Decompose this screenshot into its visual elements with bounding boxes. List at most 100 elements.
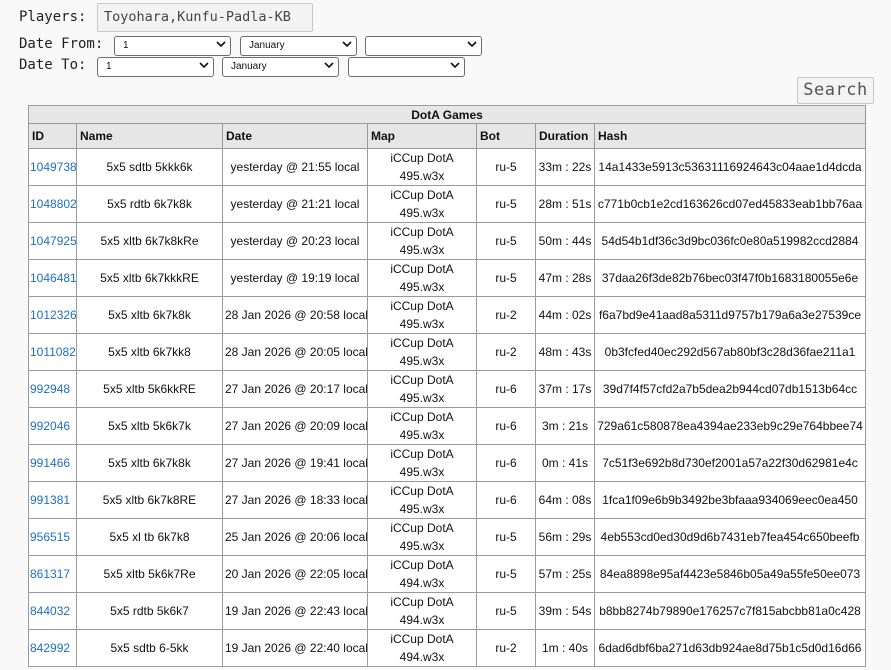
game-id-link[interactable]: 1047925 <box>30 234 76 248</box>
table-row: 956515 5x5 xl tb 6k7k8 25 Jan 2026 @ 20:06… <box>28 518 867 556</box>
game-id-link[interactable]: 1048802 <box>30 197 76 211</box>
chevron-down-icon <box>450 62 460 69</box>
table-row: 1012326 5x5 xltb 6k7k8k 28 Jan 2026 @ 20:5… <box>28 296 867 334</box>
game-map-name: iCCup DotA <box>390 188 454 202</box>
game-id-cell: 991381 <box>28 481 77 519</box>
game-map-file: 495.w3x <box>399 465 445 479</box>
game-duration-cell: 3m : 21s <box>535 407 595 445</box>
game-hash-cell: 6dad6dbf6ba271d63db924ae8d75b1c5d0d16d66 <box>593 629 867 667</box>
game-name-cell: 5x5 xltb 6k7k8k <box>76 444 223 482</box>
game-name-cell: 5x5 sdtb 5kkk6k <box>76 148 223 186</box>
game-date-cell: 19 Jan 2026 @ 22:40 local <box>222 629 368 667</box>
game-map-cell: iCCup DotA 494.w3x <box>367 592 477 630</box>
date-from-day-value: 1 <box>123 40 129 51</box>
table-row: 1011082 5x5 xltb 6k7kk8 28 Jan 2026 @ 20:0… <box>28 333 867 371</box>
game-id-cell: 1047925 <box>28 222 77 260</box>
game-map-name: iCCup DotA <box>390 262 454 276</box>
table-row: 992948 5x5 xltb 5k6kkRE 27 Jan 2026 @ 20:1… <box>28 370 867 408</box>
table-row: 844032 5x5 rdtb 5k6k7 19 Jan 2026 @ 22:43 … <box>28 592 867 630</box>
game-map-file: 495.w3x <box>399 169 445 183</box>
column-header-date: Date <box>222 123 368 149</box>
game-id-cell: 844032 <box>28 592 77 630</box>
players-input[interactable]: Toyohara,Kunfu-Padla-KB <box>97 3 313 32</box>
date-to-day-select[interactable]: 1 <box>97 57 214 77</box>
game-date-cell: 27 Jan 2026 @ 19:41 local <box>222 444 368 482</box>
game-map-file: 495.w3x <box>399 354 445 368</box>
column-header-id: ID <box>28 123 77 149</box>
column-header-hash: Hash <box>593 123 867 149</box>
table-row: 1048802 5x5 rdtb 6k7k8k yesterday @ 21:21 … <box>28 185 867 223</box>
game-bot-cell: ru-2 <box>476 296 536 334</box>
game-date-cell: 28 Jan 2026 @ 20:58 local <box>222 296 368 334</box>
game-id-link[interactable]: 1011082 <box>30 345 76 359</box>
game-id-link[interactable]: 992948 <box>30 382 70 396</box>
game-map-name: iCCup DotA <box>390 447 454 461</box>
chevron-down-icon <box>342 41 352 48</box>
game-id-link[interactable]: 956515 <box>30 530 70 544</box>
game-hash-cell: c771b0cb1e2cd163626cd07ed45833eab1bb76aa <box>593 185 867 223</box>
game-map-name: iCCup DotA <box>390 595 454 609</box>
game-map-cell: iCCup DotA 495.w3x <box>367 333 477 371</box>
game-hash-cell: 729a61c580878ea4394ae233eb9c29e764bbee74 <box>593 407 867 445</box>
column-header-duration: Duration <box>535 123 595 149</box>
game-hash-cell: 54d54b1df36c3d9bc036fc0e80a519982ccd2884 <box>593 222 867 260</box>
game-map-name: iCCup DotA <box>390 558 454 572</box>
game-id-link[interactable]: 991466 <box>30 456 70 470</box>
game-name-cell: 5x5 xltb 6k7k8kRe <box>76 222 223 260</box>
date-to-year-select[interactable] <box>348 57 465 77</box>
game-id-link[interactable]: 992046 <box>30 419 70 433</box>
game-map-name: iCCup DotA <box>390 484 454 498</box>
game-id-cell: 1046481 <box>28 259 77 297</box>
game-map-file: 495.w3x <box>399 391 445 405</box>
game-bot-cell: ru-5 <box>476 259 536 297</box>
table-row: 991381 5x5 xltb 6k7k8RE 27 Jan 2026 @ 18:3… <box>28 481 867 519</box>
players-label: Players: <box>19 9 87 25</box>
game-date-cell: 27 Jan 2026 @ 20:09 local <box>222 407 368 445</box>
table-row: 991466 5x5 xltb 6k7k8k 27 Jan 2026 @ 19:41… <box>28 444 867 482</box>
game-bot-cell: ru-5 <box>476 185 536 223</box>
game-map-cell: iCCup DotA 494.w3x <box>367 555 477 593</box>
date-from-day-select[interactable]: 1 <box>114 36 231 56</box>
game-duration-cell: 0m : 41s <box>535 444 595 482</box>
game-name-cell: 5x5 sdtb 6-5kk <box>76 629 223 667</box>
search-button[interactable]: Search <box>797 77 874 104</box>
game-id-link[interactable]: 861317 <box>30 567 70 581</box>
date-to-month-select[interactable]: January <box>222 57 339 77</box>
game-id-cell: 991466 <box>28 444 77 482</box>
game-hash-cell: 37daa26f3de82b76bec03f47f0b1683180055e6e <box>593 259 867 297</box>
game-map-name: iCCup DotA <box>390 410 454 424</box>
game-id-link[interactable]: 844032 <box>30 604 70 618</box>
game-name-cell: 5x5 rdtb 5k6k7 <box>76 592 223 630</box>
game-name-cell: 5x5 xltb 5k6k7k <box>76 407 223 445</box>
game-id-link[interactable]: 1046481 <box>30 271 76 285</box>
game-bot-cell: ru-5 <box>476 222 536 260</box>
game-id-link[interactable]: 1012326 <box>30 308 76 322</box>
game-id-cell: 956515 <box>28 518 77 556</box>
date-from-label: Date From: <box>19 36 104 52</box>
date-from-month-select[interactable]: January <box>240 36 357 56</box>
game-name-cell: 5x5 xltb 6k7kk8 <box>76 333 223 371</box>
game-bot-cell: ru-2 <box>476 333 536 371</box>
date-from-year-select[interactable] <box>365 36 482 56</box>
game-date-cell: 28 Jan 2026 @ 20:05 local <box>222 333 368 371</box>
game-id-cell: 1049738 <box>28 148 77 186</box>
game-id-cell: 861317 <box>28 555 77 593</box>
game-id-link[interactable]: 1049738 <box>30 160 76 174</box>
game-name-cell: 5x5 xltb 5k6kkRE <box>76 370 223 408</box>
game-map-cell: iCCup DotA 495.w3x <box>367 518 477 556</box>
game-name-cell: 5x5 rdtb 6k7k8k <box>76 185 223 223</box>
game-map-name: iCCup DotA <box>390 299 454 313</box>
game-hash-cell: 39d7f4f57cfd2a7b5dea2b944cd07db1513b64cc <box>593 370 867 408</box>
game-hash-cell: 7c51f3e692b8d730ef2001a57a22f30d62981e4c <box>593 444 867 482</box>
game-id-cell: 842992 <box>28 629 77 667</box>
game-duration-cell: 37m : 17s <box>535 370 595 408</box>
game-id-link[interactable]: 842992 <box>30 641 70 655</box>
game-id-link[interactable]: 991381 <box>30 493 70 507</box>
date-to-month-value: January <box>231 61 267 72</box>
game-duration-cell: 33m : 22s <box>535 148 595 186</box>
column-header-name: Name <box>76 123 223 149</box>
game-map-file: 494.w3x <box>399 650 445 664</box>
game-bot-cell: ru-6 <box>476 444 536 482</box>
game-map-file: 495.w3x <box>399 539 445 553</box>
game-map-file: 494.w3x <box>399 613 445 627</box>
